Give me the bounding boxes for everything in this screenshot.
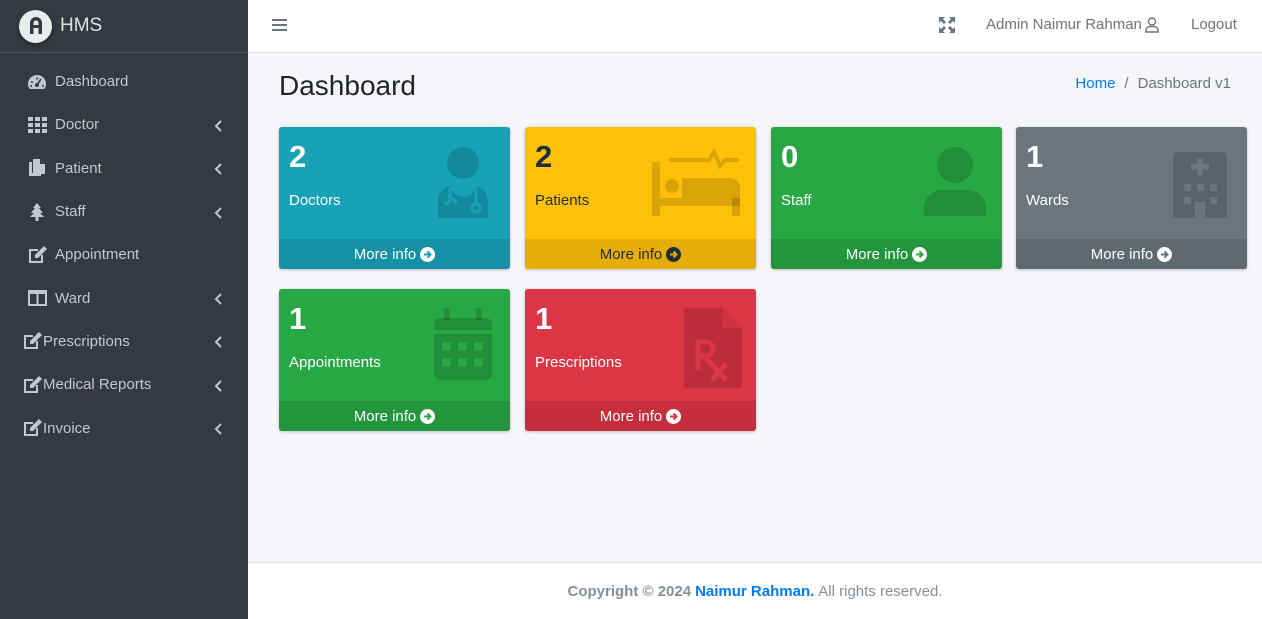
user-icon [922, 146, 988, 218]
sidebar-item-label: Prescriptions [43, 332, 130, 350]
more-info-label: More info [599, 407, 663, 425]
edit-icon [26, 245, 48, 264]
sidebar-item-label: Appointment [55, 246, 140, 264]
chevron-left-icon [214, 422, 224, 435]
wards-stat-box: 1 Wards More info [1016, 127, 1247, 269]
chevron-left-icon [214, 379, 224, 392]
rights-text: All rights reserved. [818, 582, 943, 600]
chevron-left-icon [214, 162, 224, 175]
edit-icon [21, 332, 43, 350]
user-outline-icon [1145, 16, 1159, 33]
box-label: Doctors [289, 192, 341, 209]
copyright-text: Copyright © 2024 [567, 582, 692, 600]
tachometer-icon [26, 73, 48, 91]
calendar-icon [430, 308, 496, 380]
chevron-left-icon [214, 119, 224, 132]
columns-icon [26, 289, 48, 307]
more-info-link[interactable]: More info [279, 239, 510, 269]
sidebar-item-prescriptions[interactable]: Prescriptions [0, 320, 248, 363]
sidebar-item-doctor[interactable]: Doctor [0, 103, 248, 146]
chevron-left-icon [214, 292, 224, 305]
hamburger-menu-icon[interactable] [272, 17, 287, 33]
sidebar-item-label: Staff [55, 203, 86, 221]
breadcrumb-home-link[interactable]: Home [1075, 75, 1115, 92]
brand-name: HMS [60, 15, 103, 36]
arrow-circle-right-icon [666, 408, 682, 424]
user-menu[interactable]: Admin Naimur Rahman [986, 16, 1159, 33]
box-count: 2 [289, 139, 307, 174]
grid-icon [26, 116, 48, 134]
author-link[interactable]: Naimur Rahman. [695, 583, 814, 600]
sidebar-item-invoice[interactable]: Invoice [0, 406, 248, 449]
arrow-circle-right-icon [420, 408, 436, 424]
breadcrumb-current: Dashboard v1 [1137, 75, 1231, 92]
chevron-left-icon [214, 335, 224, 349]
breadcrumb-separator: / [1124, 75, 1129, 92]
more-info-link[interactable]: More info [525, 401, 756, 431]
top-navbar: Admin Naimur Rahman Logout [248, 0, 1262, 53]
bed-pulse-icon [652, 146, 742, 218]
breadcrumb: Home / Dashboard v1 [1075, 75, 1231, 92]
sidebar-item-appointment[interactable]: Appointment [0, 233, 248, 276]
sidebar-item-medical-reports[interactable]: Medical Reports [0, 363, 248, 406]
staff-stat-box: 0 Staff More info [771, 127, 1002, 269]
box-count: 1 [535, 301, 553, 336]
page-footer: Copyright © 2024 Naimur Rahman. All righ… [248, 562, 1262, 619]
sidebar-item-ward[interactable]: Ward [0, 276, 248, 319]
chevron-left-icon [214, 206, 224, 219]
arrow-circle-right-icon [1157, 246, 1173, 262]
sidebar-item-label: Invoice [43, 419, 91, 437]
fullscreen-icon[interactable] [939, 17, 955, 33]
sidebar-item-patient[interactable]: Patient [0, 147, 248, 190]
edit-icon [21, 375, 43, 394]
sidebar-item-dashboard[interactable]: Dashboard [0, 60, 248, 103]
more-info-label: More info [1090, 245, 1154, 263]
edit-icon [21, 419, 43, 437]
arrow-circle-right-icon [420, 246, 436, 262]
copy-icon [26, 159, 48, 177]
box-count: 0 [781, 139, 799, 174]
more-info-label: More info [353, 245, 417, 263]
hospital-icon [1167, 146, 1233, 218]
box-count: 1 [1026, 139, 1044, 174]
more-info-link[interactable]: More info [771, 239, 1002, 269]
user-name: Admin Naimur Rahman [986, 16, 1142, 33]
box-label: Patients [535, 192, 590, 209]
user-doctor-icon [430, 146, 496, 218]
more-info-label: More info [353, 407, 417, 425]
tree-icon [26, 202, 48, 221]
box-label: Wards [1026, 192, 1069, 209]
box-label: Appointments [289, 354, 381, 371]
more-info-link[interactable]: More info [525, 239, 756, 269]
more-info-label: More info [845, 245, 909, 263]
patients-stat-box: 2 Patients More info [525, 127, 756, 269]
arrow-circle-right-icon [666, 246, 682, 262]
box-count: 2 [535, 139, 553, 174]
sidebar-nav: Dashboard Doctor Patient Staff Appointme… [0, 53, 248, 450]
more-info-label: More info [599, 245, 663, 263]
sidebar: HMS Dashboard Doctor Patient Staff Appoi… [0, 0, 248, 619]
sidebar-item-label: Medical Reports [43, 376, 152, 394]
appointments-stat-box: 1 Appointments More info [279, 289, 510, 431]
page-title: Dashboard [279, 70, 416, 101]
prescription-icon [682, 308, 742, 388]
box-label: Prescriptions [535, 354, 622, 371]
arrow-circle-right-icon [912, 246, 928, 262]
prescriptions-stat-box: 1 Prescriptions More info [525, 289, 756, 431]
box-label: Staff [781, 192, 812, 209]
sidebar-item-label: Dashboard [55, 73, 129, 91]
sidebar-item-label: Patient [55, 159, 102, 177]
sidebar-item-label: Doctor [55, 116, 100, 134]
brand[interactable]: HMS [0, 0, 248, 53]
logout-link[interactable]: Logout [1191, 16, 1237, 33]
more-info-link[interactable]: More info [1016, 239, 1247, 269]
more-info-link[interactable]: More info [279, 401, 510, 431]
sidebar-item-label: Ward [55, 289, 91, 307]
box-count: 1 [289, 301, 307, 336]
sidebar-item-staff[interactable]: Staff [0, 190, 248, 233]
doctors-stat-box: 2 Doctors More info [279, 127, 510, 269]
brand-logo-icon [19, 9, 52, 43]
